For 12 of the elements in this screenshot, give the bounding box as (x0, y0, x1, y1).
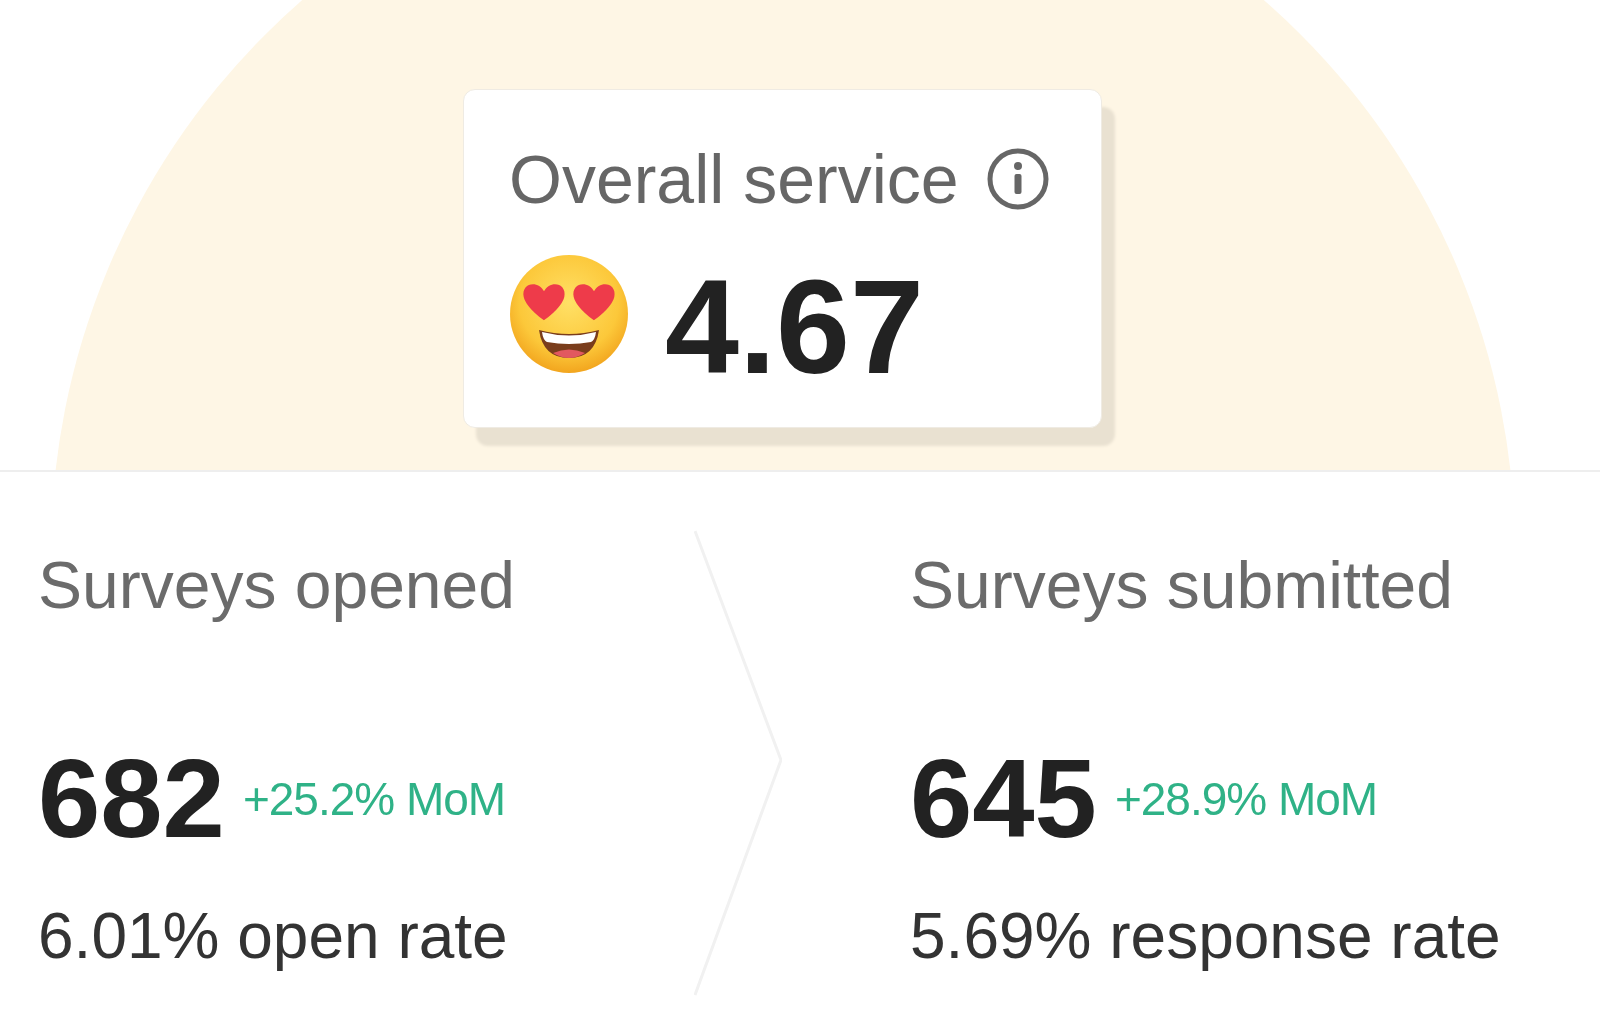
info-icon[interactable] (986, 148, 1049, 210)
rate-text: 6.01% open rate (38, 899, 508, 973)
stat-label: Surveys submitted (910, 547, 1453, 623)
stat-value: 645 (910, 743, 1097, 855)
change-text: +25.2% MoM (242, 776, 506, 822)
stat-value: 682 (38, 743, 225, 855)
stat-label: Surveys opened (38, 547, 515, 623)
heart-eyes-emoji-icon (509, 254, 629, 374)
change-text: +28.9% MoM (1114, 776, 1378, 822)
overall-score: 4.67 (665, 261, 924, 394)
card-title: Overall service (509, 140, 959, 219)
rate-text: 5.69% response rate (910, 899, 1501, 973)
